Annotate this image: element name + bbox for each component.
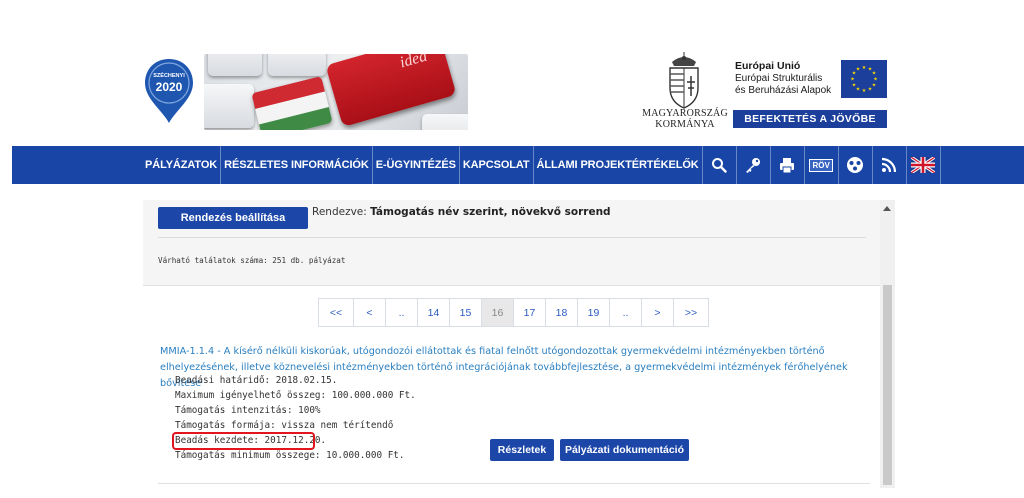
- divider: [158, 237, 866, 238]
- result-form: Támogatás formája: vissza nem térítendő: [175, 420, 394, 431]
- nav-kapcsolat[interactable]: KAPCSOLAT: [460, 146, 534, 184]
- nav-reszletes-informaciok[interactable]: RÉSZLETES INFORMÁCIÓK: [221, 146, 373, 184]
- nav-items: PÁLYÁZATOK RÉSZLETES INFORMÁCIÓK E-ÜGYIN…: [142, 146, 941, 184]
- pagination-item[interactable]: 19: [577, 298, 610, 327]
- keyboard-key: [208, 54, 262, 76]
- svg-text:★: ★: [872, 83, 877, 89]
- nav-allami-projektertekelok[interactable]: ÁLLAMI PROJEKTÉRTÉKELŐK: [534, 146, 703, 184]
- print-icon: [780, 158, 795, 174]
- svg-text:★: ★: [856, 87, 861, 93]
- coat-of-arms-icon: [669, 52, 699, 109]
- rov-icon: RÖV: [809, 158, 833, 172]
- svg-text:★: ★: [852, 83, 857, 89]
- uk-flag-icon: [911, 157, 936, 173]
- result-count: Várható találatok száma: 251 db. pályáza…: [158, 256, 346, 265]
- pagination-item[interactable]: 15: [449, 298, 482, 327]
- documentation-button[interactable]: Pályázati dokumentáció: [560, 439, 689, 461]
- logo-line1: SZÉCHENYI: [153, 71, 185, 79]
- accessibility-button[interactable]: [839, 146, 873, 184]
- result-max-amount: Maximum igényelhető összeg: 100.000.000 …: [175, 390, 416, 401]
- pagination-item[interactable]: ..: [609, 298, 642, 327]
- svg-text:★: ★: [856, 67, 861, 73]
- nav-palyazatok[interactable]: PÁLYÁZATOK: [142, 146, 222, 184]
- scrollbar-thumb[interactable]: [883, 285, 892, 485]
- government-name: MAGYARORSZÁG KORMÁNYA: [642, 108, 728, 130]
- pagination-item[interactable]: 16: [481, 298, 514, 327]
- pagination-item[interactable]: 17: [513, 298, 546, 327]
- gov-line2: KORMÁNYA: [655, 119, 715, 130]
- rss-button[interactable]: [873, 146, 907, 184]
- pagination: << <.. 14 15 16 17 18 19.. > >>: [318, 298, 709, 327]
- pagination-item[interactable]: 14: [417, 298, 450, 327]
- red-highlight-box: [172, 432, 315, 450]
- result-intensity: Támogatás intenzitás: 100%: [175, 405, 321, 416]
- accessibility-icon: [847, 157, 864, 173]
- sort-settings-button[interactable]: Rendezés beállítása: [158, 207, 308, 229]
- page: SZÉCHENYI 2020 idea MAGYARORSZÁG KORMÁNY…: [0, 0, 1024, 498]
- szechenyi-2020-logo[interactable]: SZÉCHENYI 2020: [143, 57, 195, 125]
- hungarian-flag-key: [251, 76, 333, 130]
- sort-description: Rendezve: Támogatás név szerint, növekvő…: [312, 206, 611, 218]
- svg-text:★: ★: [862, 65, 867, 71]
- sort-prefix: Rendezve:: [312, 206, 371, 218]
- svg-text:★: ★: [868, 87, 873, 93]
- abbreviations-button[interactable]: RÖV: [805, 146, 839, 184]
- sort-value: Támogatás név szerint, növekvő sorrend: [370, 206, 611, 218]
- logo-line2: 2020: [156, 80, 183, 94]
- search-button[interactable]: [703, 146, 737, 184]
- nav-e-ugyintezes[interactable]: E-ÜGYINTÉZÉS: [373, 146, 460, 184]
- key-icon: [746, 158, 761, 173]
- login-button[interactable]: [737, 146, 771, 184]
- keyboard-key: [422, 114, 468, 130]
- details-button[interactable]: Részletek: [490, 439, 554, 461]
- header-banner: idea: [204, 54, 468, 130]
- search-icon: [712, 158, 727, 173]
- keyboard-key: [268, 54, 326, 76]
- eu-flag-icon: ★ ★★ ★★★ ★★★ ★★★: [841, 60, 887, 98]
- svg-text:★: ★: [850, 77, 855, 83]
- pagination-item[interactable]: <<: [318, 298, 354, 327]
- keyboard-key: [204, 84, 254, 128]
- divider: [158, 483, 870, 484]
- pagination-item[interactable]: >: [641, 298, 674, 327]
- pagination-item[interactable]: ..: [385, 298, 418, 327]
- rss-icon: [882, 157, 897, 173]
- gov-line1: MAGYARORSZÁG: [642, 108, 728, 119]
- scroll-up-arrow-icon[interactable]: [883, 206, 891, 211]
- english-language-button[interactable]: [907, 146, 941, 184]
- result-min-amount: Támogatás minimum összege: 10.000.000 Ft…: [175, 450, 405, 461]
- pagination-item[interactable]: 18: [545, 298, 578, 327]
- pagination-item[interactable]: >>: [673, 298, 709, 327]
- svg-text:★: ★: [862, 88, 867, 94]
- idea-key-label: idea: [397, 54, 430, 72]
- result-deadline: Beadási határidő: 2018.02.15.: [175, 375, 338, 386]
- eu-motto: BEFEKTETÉS A JÖVŐBE: [733, 110, 887, 128]
- print-button[interactable]: [771, 146, 805, 184]
- pagination-item[interactable]: <: [353, 298, 386, 327]
